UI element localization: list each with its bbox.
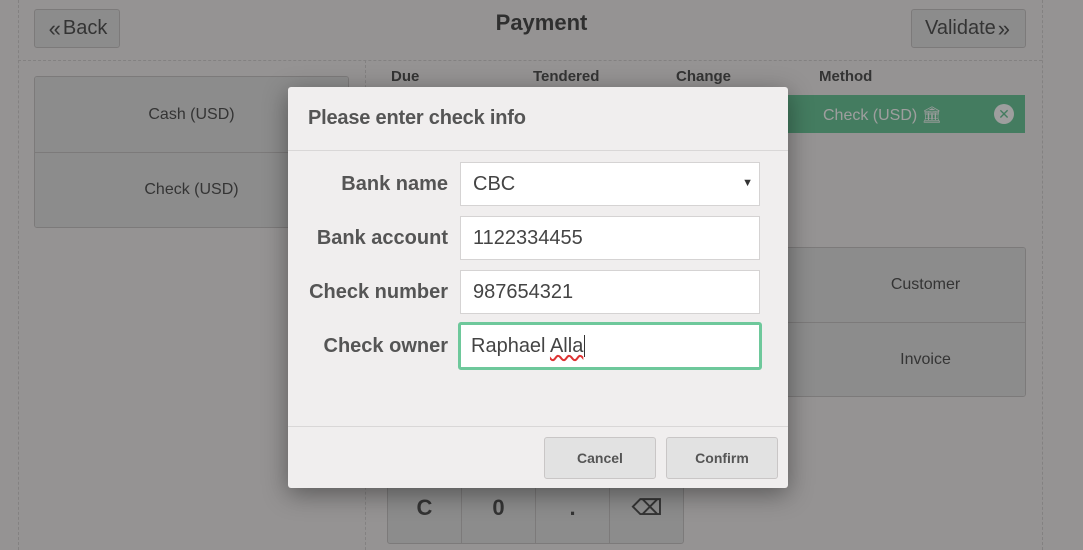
check-owner-value-prefix: Raphael: [471, 334, 550, 357]
bank-name-row: Bank name CBC ▼: [288, 162, 788, 206]
confirm-button[interactable]: Confirm: [666, 437, 778, 479]
confirm-button-label: Confirm: [695, 450, 749, 466]
dialog-footer: Cancel Confirm: [288, 426, 788, 488]
check-number-row: Check number 987654321: [288, 270, 788, 314]
check-owner-value: Raphael Alla: [471, 335, 583, 358]
bank-account-row: Bank account 1122334455: [288, 216, 788, 260]
check-number-value: 987654321: [473, 280, 574, 303]
dropdown-arrow-icon: ▼: [742, 177, 753, 189]
bank-account-input[interactable]: 1122334455: [460, 216, 760, 260]
cancel-button-label: Cancel: [577, 450, 623, 466]
check-owner-label: Check owner: [323, 335, 448, 357]
check-number-input[interactable]: 987654321: [460, 270, 760, 314]
check-info-dialog: Please enter check info Bank name CBC ▼ …: [288, 87, 788, 488]
bank-name-value: CBC: [473, 172, 516, 195]
bank-name-label: Bank name: [341, 173, 448, 195]
bank-account-label: Bank account: [316, 227, 448, 249]
dialog-title: Please enter check info: [288, 87, 788, 151]
check-number-label: Check number: [309, 281, 448, 303]
cancel-button[interactable]: Cancel: [544, 437, 656, 479]
check-owner-row: Check owner Raphael Alla: [288, 322, 788, 370]
check-owner-input[interactable]: Raphael Alla: [458, 322, 762, 370]
bank-account-value: 1122334455: [473, 226, 583, 249]
bank-name-select[interactable]: CBC ▼: [460, 162, 760, 206]
check-owner-value-misspelled: Alla: [549, 334, 584, 357]
text-cursor: [584, 335, 586, 357]
